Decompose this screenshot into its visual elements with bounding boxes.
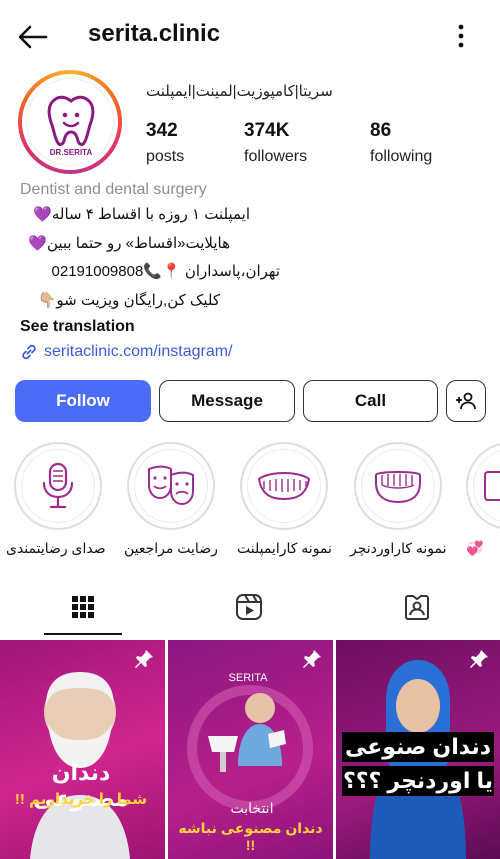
active-tab-indicator	[44, 633, 122, 635]
website-link[interactable]: seritaclinic.com/instagram/	[20, 343, 233, 361]
post-1-subtitle: شما را خریداریم !!	[14, 791, 148, 808]
svg-text:DR.SERITA: DR.SERITA	[50, 148, 93, 157]
highlight-label-1: صدای رضایتمندی	[6, 540, 106, 556]
post-3-title: دندان صنوعی	[342, 732, 494, 762]
pin-icon	[468, 648, 490, 670]
tagged-icon	[405, 595, 429, 620]
post-3[interactable]: دندان صنوعی یا اوردنچر ؟؟؟	[336, 640, 500, 859]
followers-label: followers	[244, 148, 308, 165]
pin-icon	[133, 648, 155, 670]
bio-line-1: ایمپلنت ۱ روزه با اقساط ۴ ساله💜	[33, 206, 250, 223]
highlight-label-2: رضایت مراجعین	[124, 540, 218, 556]
pin-icon	[301, 648, 323, 670]
teeth-icon	[257, 472, 311, 501]
highlight-cover	[354, 442, 442, 530]
tooth-logo-icon: DR.SERITA	[47, 95, 95, 157]
bio-line-3: تهران،پاسداران 📍📞02191009808	[51, 263, 280, 280]
posts-stat[interactable]: 342 posts	[146, 120, 184, 166]
story-ring[interactable]: DR.SERITA	[18, 70, 122, 174]
post-2-brand: SERITA	[228, 672, 268, 684]
tab-reels[interactable]	[229, 590, 269, 624]
bio-line-2: هایلایت«اقساط» رو حتما ببین💜	[28, 235, 230, 252]
post-1[interactable]: دندان مصنوعی شما را خریداریم !!	[0, 640, 165, 859]
microphone-icon	[42, 462, 74, 509]
followers-count: 374K	[244, 120, 290, 141]
profile-category: Dentist and dental surgery	[20, 181, 207, 198]
highlight-3[interactable]	[238, 442, 330, 530]
highlight-label-3: نمونه کارایمپلنت	[237, 540, 332, 556]
add-user-button[interactable]	[446, 380, 486, 422]
following-label: following	[370, 148, 433, 165]
post-2-subtitle: دندان مصنوعی نباشه !!	[178, 820, 323, 853]
posts-label: posts	[146, 148, 185, 165]
highlight-4[interactable]	[352, 442, 444, 530]
following-count: 86	[370, 120, 392, 141]
more-options-icon[interactable]	[448, 20, 474, 52]
post-2-title: انتخابت	[230, 800, 274, 816]
profile-username: serita.clinic	[88, 20, 221, 47]
website-link-text: seritaclinic.com/instagram/	[44, 343, 233, 360]
highlight-2[interactable]	[125, 442, 217, 530]
avatar[interactable]: DR.SERITA	[26, 78, 114, 166]
denture-icon	[375, 471, 421, 504]
avatar-frame: DR.SERITA	[22, 74, 118, 170]
reels-icon	[236, 594, 262, 620]
tab-tagged[interactable]	[397, 590, 437, 624]
highlight-cover	[127, 442, 215, 530]
add-user-icon	[456, 392, 476, 410]
highlight-cover	[14, 442, 102, 530]
highlight-5[interactable]	[466, 442, 500, 530]
device-icon	[484, 471, 500, 501]
grid-icon	[72, 596, 94, 618]
highlight-1[interactable]	[12, 442, 104, 530]
highlight-cover	[240, 442, 328, 530]
call-button[interactable]: Call	[303, 380, 438, 422]
highlight-cover	[466, 442, 500, 530]
post-3-subtitle: یا اوردنچر ؟؟؟	[342, 766, 494, 796]
highlight-label-4: نمونه کاراوردنچر	[350, 540, 447, 556]
see-translation-link[interactable]: See translation	[20, 318, 135, 336]
follow-button[interactable]: Follow	[15, 380, 151, 422]
profile-title: سریتا|کامپوزیت|لمینت|ایمپلنت	[146, 83, 333, 100]
bio-line-4: کلیک کن,رایگان ویزیت شو👇🏼	[37, 292, 220, 309]
back-arrow-icon[interactable]	[16, 20, 50, 54]
message-button[interactable]: Message	[159, 380, 295, 422]
highlight-label-5: 💞	[466, 540, 484, 556]
top-bar: serita.clinic	[0, 0, 500, 70]
link-icon	[22, 344, 36, 360]
followers-stat[interactable]: 374K followers	[244, 120, 307, 166]
tab-grid[interactable]	[63, 590, 103, 624]
theater-masks-icon	[148, 465, 194, 506]
following-stat[interactable]: 86 following	[370, 120, 432, 166]
post-1-image	[30, 672, 130, 859]
post-2[interactable]: SERITA انتخابت دندان مصنوعی نباشه !!	[168, 640, 333, 859]
posts-count: 342	[146, 120, 178, 141]
